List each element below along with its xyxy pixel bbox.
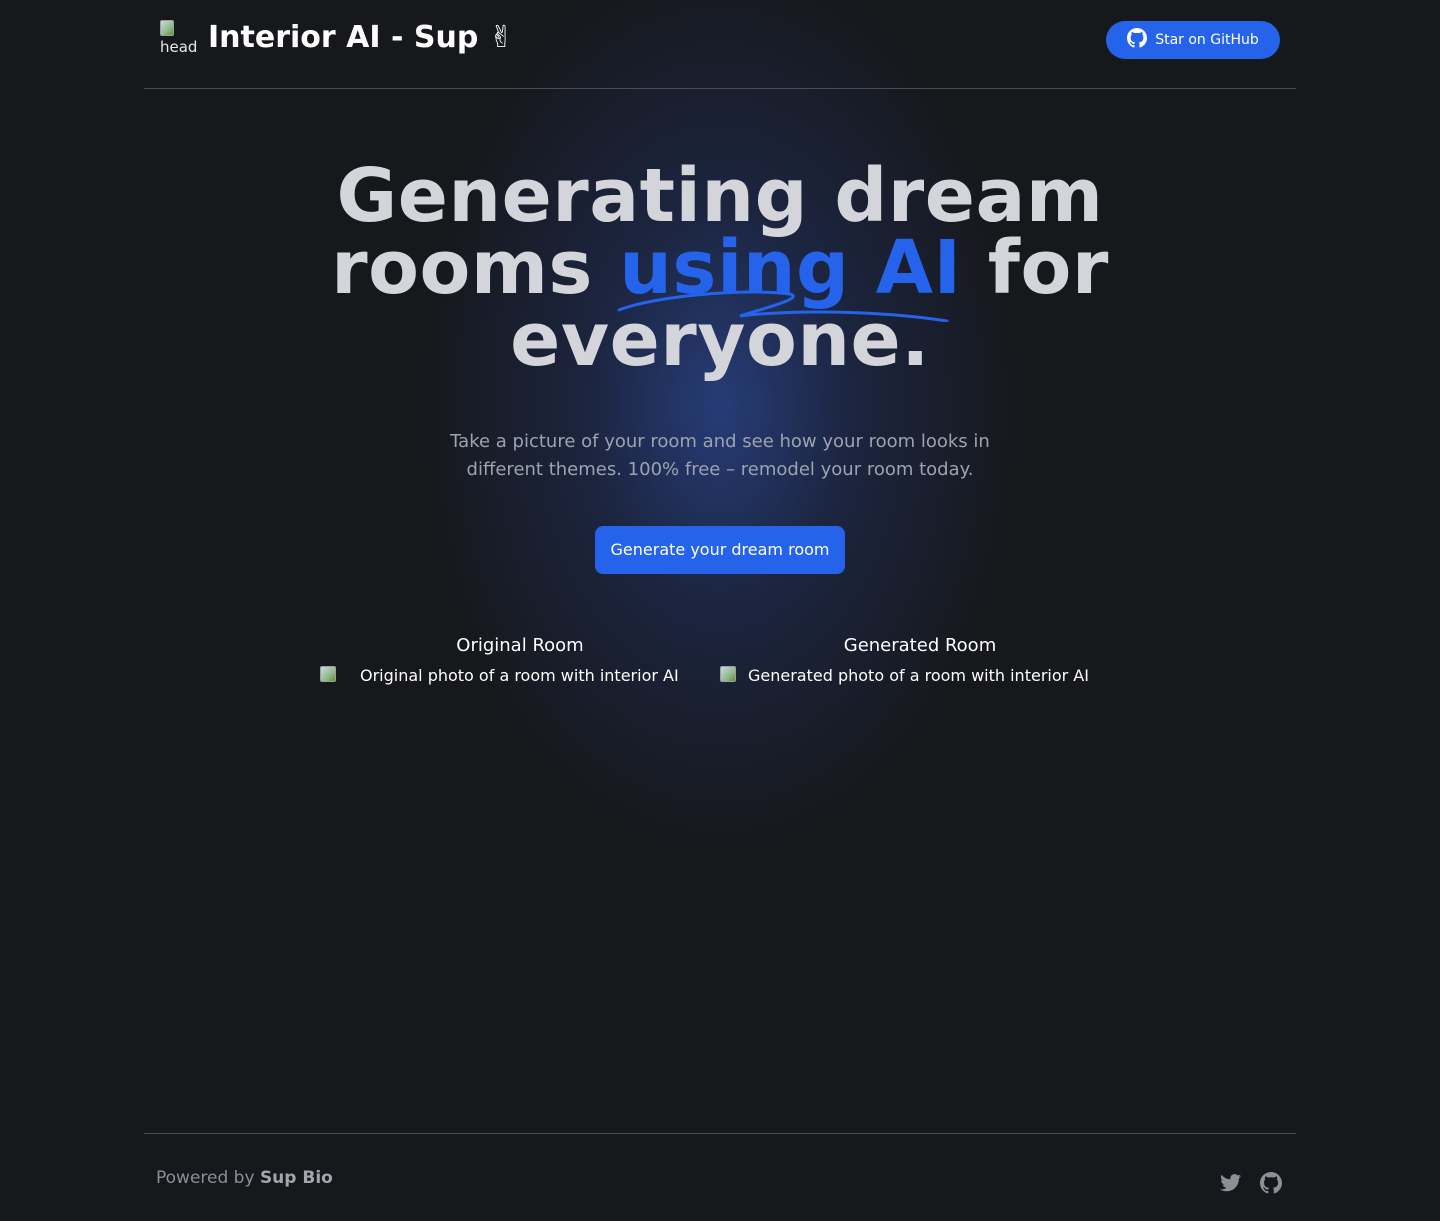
github-button-label: Star on GitHub <box>1155 32 1259 48</box>
original-room-image: Original photo of a room with interior A… <box>320 664 720 688</box>
logo-image: head <box>160 20 200 56</box>
hero-headline: Generating dream rooms using AI for ever… <box>320 159 1120 377</box>
original-room-column: Original Room Original photo of a room w… <box>320 633 720 688</box>
room-comparison: Original Room Original photo of a room w… <box>320 633 1120 688</box>
broken-image-icon <box>720 666 736 682</box>
logo-link[interactable]: head Interior AI - Sup ✌ <box>160 20 514 56</box>
social-links <box>1220 1172 1282 1194</box>
github-icon <box>1127 28 1148 52</box>
hero-section: Generating dream rooms using AI for ever… <box>0 159 1440 574</box>
site-footer: Powered by Sup Bio <box>144 1133 1296 1221</box>
underline-squiggle <box>617 290 949 322</box>
app-title: Interior AI - Sup ✌ <box>208 20 514 55</box>
star-on-github-button[interactable]: Star on GitHub <box>1106 21 1280 59</box>
generated-room-image: Generated photo of a room with interior … <box>720 664 1120 688</box>
twitter-icon[interactable] <box>1220 1172 1242 1194</box>
generate-dream-room-button[interactable]: Generate your dream room <box>595 526 845 574</box>
powered-by-brand-link[interactable]: Sup Bio <box>260 1168 333 1188</box>
hero-subtitle: Take a picture of your room and see how … <box>450 431 990 480</box>
broken-image-icon <box>160 20 174 36</box>
powered-by: Powered by Sup Bio <box>156 1168 333 1188</box>
github-icon[interactable] <box>1260 1172 1282 1194</box>
broken-image-icon <box>320 666 336 682</box>
powered-by-prefix: Powered by <box>156 1168 260 1188</box>
generated-room-alt: Generated photo of a room with interior … <box>748 666 1089 685</box>
site-header: head Interior AI - Sup ✌ Star on GitHub <box>144 0 1296 89</box>
generated-room-title: Generated Room <box>843 635 997 656</box>
headline-accent: using AI <box>617 231 961 322</box>
generated-room-column: Generated Room Generated photo of a room… <box>720 633 1120 688</box>
original-room-alt: Original photo of a room with interior A… <box>360 666 679 685</box>
logo-alt-text: head <box>160 38 198 56</box>
original-room-title: Original Room <box>456 635 584 656</box>
